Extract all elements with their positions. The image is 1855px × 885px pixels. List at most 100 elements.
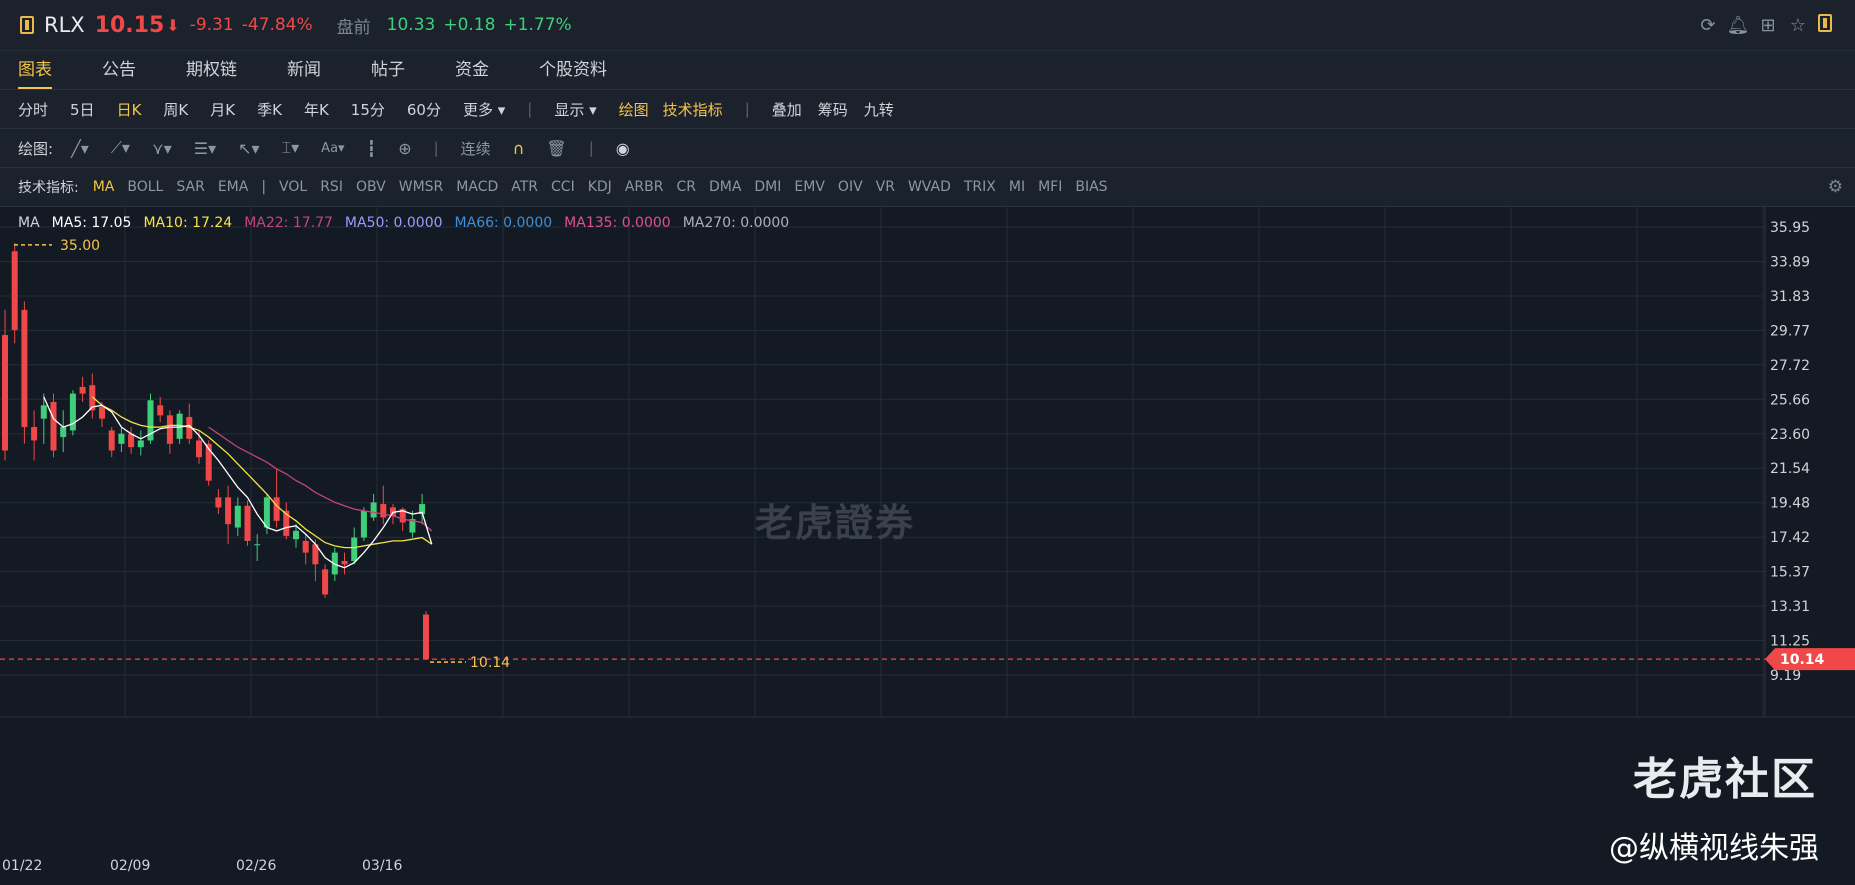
divider: |: [261, 179, 267, 195]
period-15min[interactable]: 15分: [351, 99, 385, 120]
price-change-pct: -47.84%: [241, 15, 313, 35]
y-tick-label: 35.95: [1770, 220, 1810, 236]
indicator-trix[interactable]: TRIX: [964, 179, 996, 195]
indicator-vol[interactable]: VOL: [279, 179, 307, 195]
indicator-bias[interactable]: BIAS: [1075, 179, 1107, 195]
layout-icon[interactable]: [1813, 14, 1837, 37]
y-tick-label: 11.25: [1770, 634, 1810, 650]
candlestick-chart[interactable]: 35.95 33.89 31.83 29.77 27.72 25.66 23.60 21.54…: [0, 207, 1855, 885]
chips-button[interactable]: 筹码: [818, 99, 848, 120]
candle-body: [60, 427, 67, 438]
refresh-icon[interactable]: ⟳: [1693, 15, 1723, 36]
indicator-macd[interactable]: MACD: [456, 179, 498, 195]
y-tick-label: 29.77: [1770, 323, 1810, 339]
period-intraday[interactable]: 分时: [18, 99, 48, 120]
chart-area[interactable]: 35.95 33.89 31.83 29.77 27.72 25.66 23.60 21.54…: [0, 207, 1855, 885]
drawing-toolbar: 绘图: ╱▾ ⟋▾ ⋎▾ ☰▾ ↖▾ ⌶▾ Aa▾ ┇ ⊕ | 连续 ∩ 🗑︎ …: [0, 129, 1855, 168]
display-dropdown[interactable]: 显示 ▾: [554, 99, 596, 120]
candle-tool-icon[interactable]: ┇: [367, 139, 377, 158]
period-quarterly[interactable]: 季K: [257, 99, 282, 120]
candle-body: [99, 406, 105, 419]
indicator-rsi[interactable]: RSI: [320, 179, 343, 195]
overlay-button[interactable]: 叠加: [772, 99, 802, 120]
wave-tool-icon[interactable]: ⋎▾: [152, 139, 172, 158]
indicator-dma[interactable]: DMA: [709, 179, 741, 195]
indicator-mi[interactable]: MI: [1009, 179, 1025, 195]
text-tool-icon[interactable]: Aa▾: [321, 141, 344, 156]
indicator-oiv[interactable]: OIV: [838, 179, 863, 195]
candle-body: [157, 405, 164, 416]
indicator-cci[interactable]: CCI: [551, 179, 575, 195]
indicator-vr[interactable]: VR: [876, 179, 895, 195]
x-tick-label: 03/16: [362, 858, 402, 874]
candle-body: [128, 433, 135, 448]
settings-gear-icon[interactable]: ⚙: [1828, 177, 1843, 197]
candle-body: [215, 497, 222, 508]
period-daily[interactable]: 日K: [117, 99, 142, 120]
high-marker-label: 35.00: [60, 238, 100, 254]
star-icon[interactable]: ☆: [1783, 15, 1813, 36]
line-tool-icon[interactable]: ╱▾: [71, 139, 89, 158]
indicator-cr[interactable]: CR: [676, 179, 696, 195]
candle-body: [322, 569, 329, 595]
magnet-icon[interactable]: ∩: [513, 139, 525, 158]
trash-icon[interactable]: 🗑︎: [546, 139, 566, 158]
drawing-label: 绘图:: [18, 139, 54, 158]
zoom-icon[interactable]: ⊕: [398, 139, 411, 158]
tab-capital[interactable]: 资金: [455, 51, 489, 89]
bell-icon[interactable]: 🔔︎: [1723, 15, 1753, 36]
indicator-wvad[interactable]: WVAD: [908, 179, 951, 195]
candle-body: [79, 386, 86, 394]
down-arrow-icon: ⬇: [166, 15, 180, 35]
period-60min[interactable]: 60分: [407, 99, 441, 120]
period-5day[interactable]: 5日: [70, 99, 95, 120]
tab-posts[interactable]: 帖子: [371, 51, 405, 89]
y-tick-label: 23.60: [1770, 427, 1810, 443]
draw-toggle[interactable]: 绘图: [619, 99, 649, 120]
polyline-tool-icon[interactable]: ⟋▾: [111, 138, 130, 158]
indicator-emv[interactable]: EMV: [794, 179, 825, 195]
y-tick-label: 21.54: [1770, 461, 1810, 477]
tab-options-chain[interactable]: 期权链: [186, 51, 237, 89]
fib-tool-icon[interactable]: ☰▾: [194, 139, 216, 158]
candle-body: [196, 440, 202, 458]
candle-body: [380, 504, 387, 518]
y-tick-label: 15.37: [1770, 565, 1810, 581]
indicator-obv[interactable]: OBV: [356, 179, 386, 195]
indicator-boll[interactable]: BOLL: [127, 179, 163, 195]
tab-announcements[interactable]: 公告: [102, 51, 136, 89]
candle-body: [137, 440, 144, 448]
period-monthly[interactable]: 月K: [210, 99, 235, 120]
y-tick-label: 27.72: [1770, 358, 1810, 374]
indicator-ma[interactable]: MA: [93, 179, 115, 195]
quote-panel-icon[interactable]: [20, 16, 34, 34]
tab-profile[interactable]: 个股资料: [539, 51, 607, 89]
period-weekly[interactable]: 周K: [163, 99, 188, 120]
tab-chart[interactable]: 图表: [18, 51, 52, 89]
indicators-bar: 技术指标: MA BOLL SAR EMA | VOL RSI OBV WMSR MACD ATR C…: [0, 168, 1855, 207]
premarket-change-pct: +1.77%: [503, 15, 572, 35]
y-tick-label: 25.66: [1770, 392, 1810, 408]
indicator-dmi[interactable]: DMI: [754, 179, 781, 195]
arrow-tool-icon[interactable]: ↖▾: [238, 139, 259, 158]
indicator-kdj[interactable]: KDJ: [588, 179, 612, 195]
measure-tool-icon[interactable]: ⌶▾: [282, 138, 300, 158]
divider: |: [744, 100, 750, 118]
grid-icon[interactable]: ⊞: [1753, 15, 1783, 36]
candle-body: [225, 497, 232, 525]
premarket-change: +0.18: [443, 15, 496, 35]
indicator-wmsr[interactable]: WMSR: [399, 179, 444, 195]
continuous-toggle[interactable]: 连续: [461, 138, 491, 159]
nine-turn-button[interactable]: 九转: [864, 99, 894, 120]
period-more-dropdown[interactable]: 更多 ▾: [463, 99, 505, 120]
indicator-mfi[interactable]: MFI: [1038, 179, 1062, 195]
candle-body: [166, 415, 173, 444]
tab-news[interactable]: 新闻: [287, 51, 321, 89]
eye-icon[interactable]: ◉: [616, 139, 630, 158]
indicator-arbr[interactable]: ARBR: [625, 179, 664, 195]
indicator-sar[interactable]: SAR: [176, 179, 204, 195]
indicators-toggle[interactable]: 技术指标: [663, 99, 723, 120]
period-yearly[interactable]: 年K: [304, 99, 329, 120]
indicator-atr[interactable]: ATR: [511, 179, 538, 195]
indicator-ema[interactable]: EMA: [218, 179, 249, 195]
